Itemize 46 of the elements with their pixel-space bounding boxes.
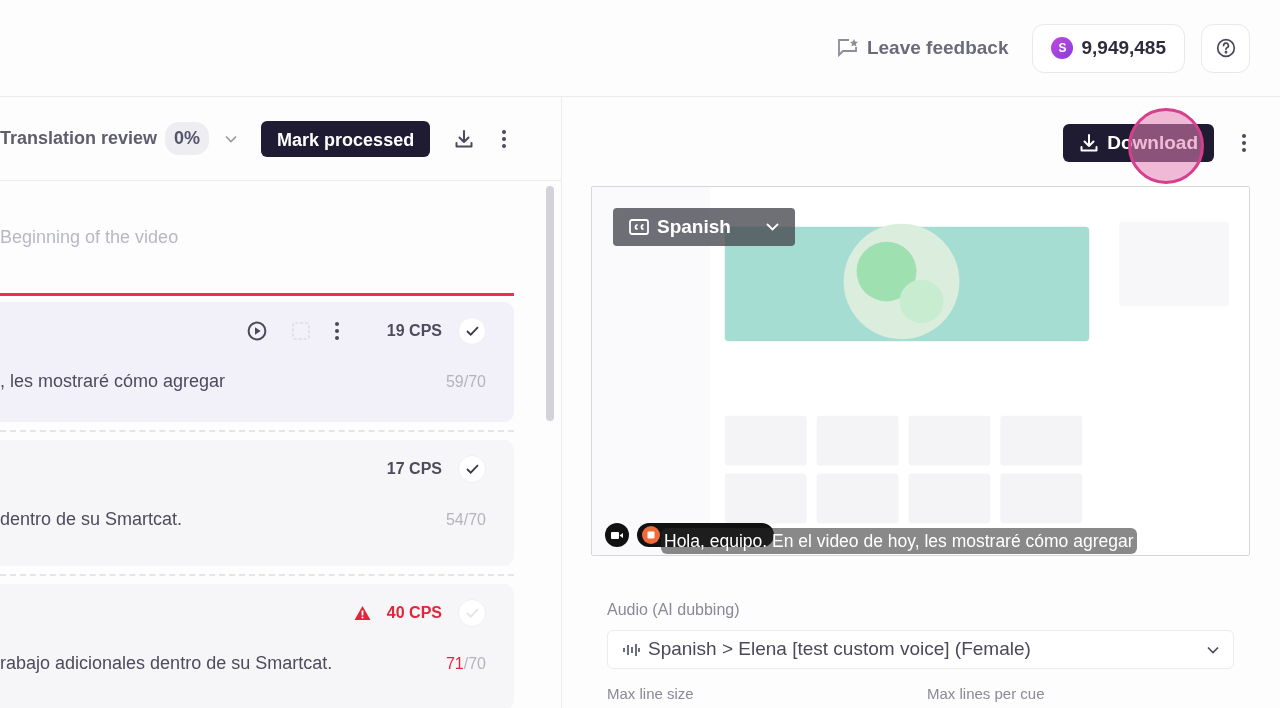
character-count: 54/70 — [445, 509, 486, 530]
stage-label: Translation review — [0, 127, 158, 150]
confirm-checkbox[interactable] — [458, 317, 486, 345]
segment-text[interactable]: rabajo adicionales dentro de su Smartcat. — [0, 650, 333, 677]
progress-badge: 0% — [165, 122, 210, 155]
more-options-icon[interactable] — [334, 322, 339, 340]
segment-card[interactable]: 19 CPS , les mostraré cómo agregar 59/70 — [0, 302, 514, 422]
caption-language-dropdown[interactable]: Spanish — [613, 208, 795, 246]
confirm-checkbox[interactable] — [458, 599, 486, 627]
feedback-icon — [836, 38, 859, 58]
segment-card[interactable]: 40 CPS rabajo adicionales dentro de su Smartcat. 71/70 — [0, 584, 514, 708]
caret-icon — [766, 223, 779, 231]
stop-icon — [642, 526, 660, 544]
stage-dropdown-caret[interactable] — [225, 134, 238, 143]
camera-icon — [611, 530, 623, 540]
segment-text[interactable]: , les mostraré cómo agregar — [0, 368, 226, 395]
segment-card[interactable]: 17 CPS dentro de su Smartcat. 54/70 — [0, 440, 514, 566]
mark-processed-button[interactable]: Mark processed — [261, 120, 431, 157]
help-icon — [1215, 38, 1236, 58]
check-icon — [465, 326, 479, 336]
cps-value: 40 CPS — [386, 603, 442, 623]
download-icon — [1079, 133, 1100, 153]
caret-icon — [1207, 645, 1219, 654]
help-button[interactable] — [1201, 23, 1250, 73]
audio-label: Audio (AI dubbing) — [606, 600, 741, 620]
waveform-icon — [622, 642, 640, 657]
setting-label: Max lines per cue — [927, 684, 1046, 704]
coin-icon: S — [1051, 37, 1074, 59]
warning-icon — [353, 605, 371, 621]
character-count: 71/70 — [445, 653, 486, 674]
scrollbar[interactable] — [546, 186, 554, 421]
check-icon — [465, 608, 479, 618]
start-marker-text: Beginning of the video — [0, 226, 180, 249]
check-icon — [465, 464, 479, 474]
balance-button[interactable]: S 9,949,485 — [1032, 23, 1185, 73]
captions-icon — [629, 219, 649, 235]
cps-value: 19 CPS — [386, 321, 442, 341]
confirm-checkbox[interactable] — [458, 455, 486, 483]
subtitle-text: Hola, equipo. En el video de hoy, les mostraré cómo agregar — [661, 527, 1137, 554]
cps-value: 17 CPS — [386, 459, 442, 479]
audio-select[interactable]: Spanish > Elena [test custom voice] (Female) — [607, 630, 1234, 669]
character-count: 59/70 — [445, 371, 486, 392]
play-icon[interactable] — [246, 321, 267, 341]
segment-text[interactable]: dentro de su Smartcat. — [0, 506, 183, 533]
feedback-button[interactable]: Leave feedback — [836, 33, 1009, 63]
setting-label: Max line size — [607, 684, 695, 704]
